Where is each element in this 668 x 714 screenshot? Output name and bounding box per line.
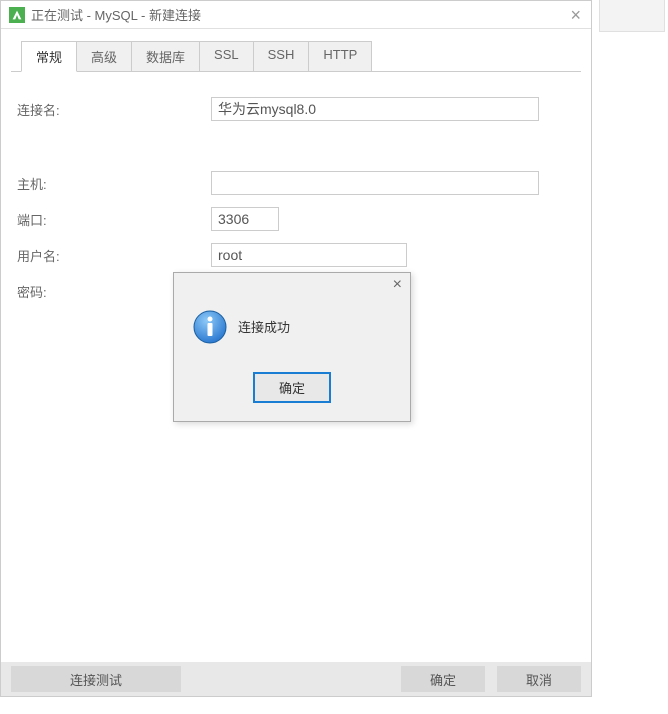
host-input[interactable] [211,171,539,195]
tab-advanced[interactable]: 高级 [76,41,132,71]
titlebar: 正在测试 - MySQL - 新建连接 × [1,1,591,29]
username-input[interactable] [211,243,407,267]
port-input[interactable] [211,207,279,231]
tab-http[interactable]: HTTP [308,41,372,71]
tab-database[interactable]: 数据库 [131,41,200,71]
close-icon[interactable]: × [570,5,581,26]
host-label: 主机: [11,174,211,193]
username-label: 用户名: [11,246,211,265]
message-dialog: × 连接成功 确定 [173,272,411,422]
tab-ssh[interactable]: SSH [253,41,310,71]
connection-dialog: 正在测试 - MySQL - 新建连接 × 常规 高级 数据库 SSL SSH … [0,0,592,697]
side-strip [599,0,665,32]
app-icon [9,7,25,23]
connection-name-label: 连接名: [11,100,211,119]
connection-name-input[interactable] [211,97,539,121]
tab-panel-general: 连接名: 主机: 端口: 用户名: 密码: [11,71,581,304]
test-connection-button[interactable]: 连接测试 [11,666,181,692]
modal-titlebar: × [174,273,410,297]
tab-general[interactable]: 常规 [21,41,77,72]
ok-button[interactable]: 确定 [401,666,485,692]
port-label: 端口: [11,210,211,229]
window-title: 正在测试 - MySQL - 新建连接 [31,5,201,24]
modal-ok-button[interactable]: 确定 [253,372,331,403]
tab-strip: 常规 高级 数据库 SSL SSH HTTP [21,41,581,71]
footer-bar: 连接测试 确定 取消 [1,662,591,696]
modal-message: 连接成功 [238,309,290,336]
cancel-button[interactable]: 取消 [497,666,581,692]
info-icon [192,309,228,345]
tab-ssl[interactable]: SSL [199,41,254,71]
modal-close-icon[interactable]: × [393,276,402,294]
